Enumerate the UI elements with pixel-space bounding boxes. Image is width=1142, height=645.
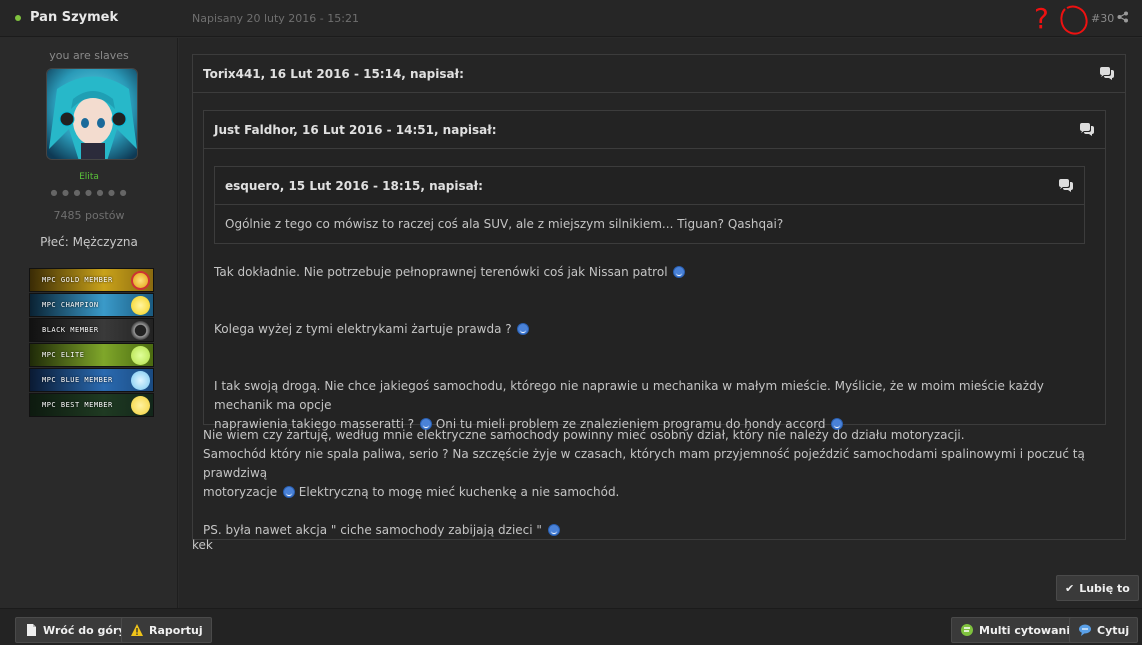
quote-citation-middle: Just Faldhor, 16 Lut 2016 - 14:51, napis… <box>204 111 1105 149</box>
quote-paragraph: Kolega wyżej z tymi elektrykami żartuje … <box>214 320 530 339</box>
badge-label: MPC ELITE <box>42 351 85 359</box>
like-label: Lubię to <box>1079 581 1130 595</box>
quote-text: PS. była nawet akcja " ciche samochody z… <box>203 523 542 537</box>
laughing-smiley-icon <box>517 323 530 335</box>
post-header: Pan Szymek Napisany 20 luty 2016 - 15:21… <box>0 0 1142 37</box>
post-number-link[interactable]: #30 <box>1091 12 1114 25</box>
quote-citation-inner: esquero, 15 Lut 2016 - 18:15, napisał: <box>215 167 1084 205</box>
speech-bubbles-icon[interactable] <box>1079 123 1095 137</box>
quote-bubble-icon <box>1079 624 1091 636</box>
report-label: Raportuj <box>149 623 203 637</box>
badge-champion: MPC CHAMPION <box>29 293 154 317</box>
rank-pips: ● ● ● ● ● ● ● <box>50 188 128 197</box>
badge-label: MPC BLUE MEMBER <box>42 376 113 384</box>
back-to-top-button[interactable]: Wróć do góry <box>15 617 135 643</box>
badge-label: MPC CHAMPION <box>42 301 99 309</box>
avatar[interactable] <box>46 68 138 160</box>
quote-citation-text: Just Faldhor, 16 Lut 2016 - 14:51, napis… <box>214 123 497 137</box>
badge-black-member: BLACK MEMBER <box>29 318 154 342</box>
quote-text: motoryzacje <box>203 485 278 499</box>
speech-bubbles-icon[interactable] <box>1058 179 1074 193</box>
speech-bubbles-icon[interactable] <box>1099 67 1115 81</box>
author-name[interactable]: Pan Szymek <box>30 10 118 25</box>
snowflake-icon <box>131 371 150 390</box>
smile-icon <box>282 486 295 498</box>
back-to-top-label: Wróć do góry <box>43 623 126 637</box>
quote-text: Nie wiem czy żartuję, według mnie elektr… <box>203 428 965 442</box>
annotation-question-mark: ? <box>1034 2 1049 35</box>
quote-button[interactable]: Cytuj <box>1069 617 1139 643</box>
post-footer: Wróć do góry Raportuj Multi cytowanie Cy… <box>0 608 1142 645</box>
quote-block-middle: Just Faldhor, 16 Lut 2016 - 14:51, napis… <box>203 110 1106 431</box>
author-sidebar: you are slaves Elita ● ● ● ● ● ● ● 7485 … <box>0 38 178 608</box>
report-button[interactable]: Raportuj <box>121 617 212 643</box>
multiquote-icon <box>961 624 973 636</box>
badge-elite: MPC ELITE <box>29 343 154 367</box>
post-date: Napisany 20 luty 2016 - 15:21 <box>192 12 359 25</box>
multiquote-button[interactable]: Multi cytowanie <box>951 617 1087 643</box>
avatar-image <box>47 69 137 159</box>
quote-text: Elektryczną to mogę mieć kuchenkę a nie … <box>298 485 620 499</box>
checkmark-icon: ✔ <box>1065 581 1075 595</box>
share-icon[interactable] <box>1117 11 1129 23</box>
quote-citation-text: esquero, 15 Lut 2016 - 18:15, napisał: <box>225 179 483 193</box>
quote-block-outer: Torix441, 16 Lut 2016 - 15:14, napisał: … <box>192 54 1126 540</box>
user-group: Elita <box>79 172 99 182</box>
badge-blue-member: MPC BLUE MEMBER <box>29 368 154 392</box>
warning-icon <box>131 624 143 636</box>
quote-citation-outer: Torix441, 16 Lut 2016 - 15:14, napisał: <box>193 55 1125 93</box>
quote-paragraph: Tak dokładnie. Nie potrzebuje pełnoprawn… <box>214 263 686 282</box>
bulb-icon <box>131 296 150 315</box>
badge-label: MPC BEST MEMBER <box>42 401 113 409</box>
crown-icon <box>131 346 150 365</box>
post-text: kek <box>192 538 213 552</box>
gender-field: Płeć: Mężczyzna <box>40 235 138 249</box>
badge-label: BLACK MEMBER <box>42 326 99 334</box>
quote-text: Samochód który nie spala paliwa, serio ?… <box>203 447 1085 480</box>
badge-label: MPC GOLD MEMBER <box>42 276 113 284</box>
online-status-icon <box>15 15 21 21</box>
laughing-smiley-icon <box>673 266 686 278</box>
smile-icon <box>547 524 560 536</box>
quote-text: I tak swoją drogą. Nie chce jakiegoś sam… <box>214 379 1044 412</box>
user-title: you are slaves <box>49 49 129 62</box>
quote-text: Tak dokładnie. Nie potrzebuje pełnoprawn… <box>214 265 668 279</box>
badge-best-member: MPC BEST MEMBER <box>29 393 154 417</box>
quote-citation-text: Torix441, 16 Lut 2016 - 15:14, napisał: <box>203 67 464 81</box>
member-badges: MPC GOLD MEMBER MPC CHAMPION BLACK MEMBE… <box>29 268 154 418</box>
annotation-circle-icon <box>1060 5 1088 35</box>
quote-text-inner: Ogólnie z tego co mówisz to raczej coś a… <box>225 217 784 231</box>
quote-block-inner: esquero, 15 Lut 2016 - 18:15, napisał: O… <box>214 166 1085 244</box>
multiquote-label: Multi cytowanie <box>979 623 1078 637</box>
post-body: Torix441, 16 Lut 2016 - 15:14, napisał: … <box>179 38 1142 608</box>
star-icon <box>131 396 150 415</box>
gear-icon <box>131 321 150 340</box>
page-icon <box>27 624 36 636</box>
quote-label: Cytuj <box>1097 623 1130 637</box>
badge-gold-member: MPC GOLD MEMBER <box>29 268 154 292</box>
post-count: 7485 postów <box>53 209 125 222</box>
star-icon <box>131 271 150 290</box>
quote-paragraph-outer: Nie wiem czy żartuję, według mnie elektr… <box>203 426 1113 540</box>
like-button[interactable]: ✔ Lubię to <box>1056 575 1139 601</box>
quote-text: Kolega wyżej z tymi elektrykami żartuje … <box>214 322 512 336</box>
